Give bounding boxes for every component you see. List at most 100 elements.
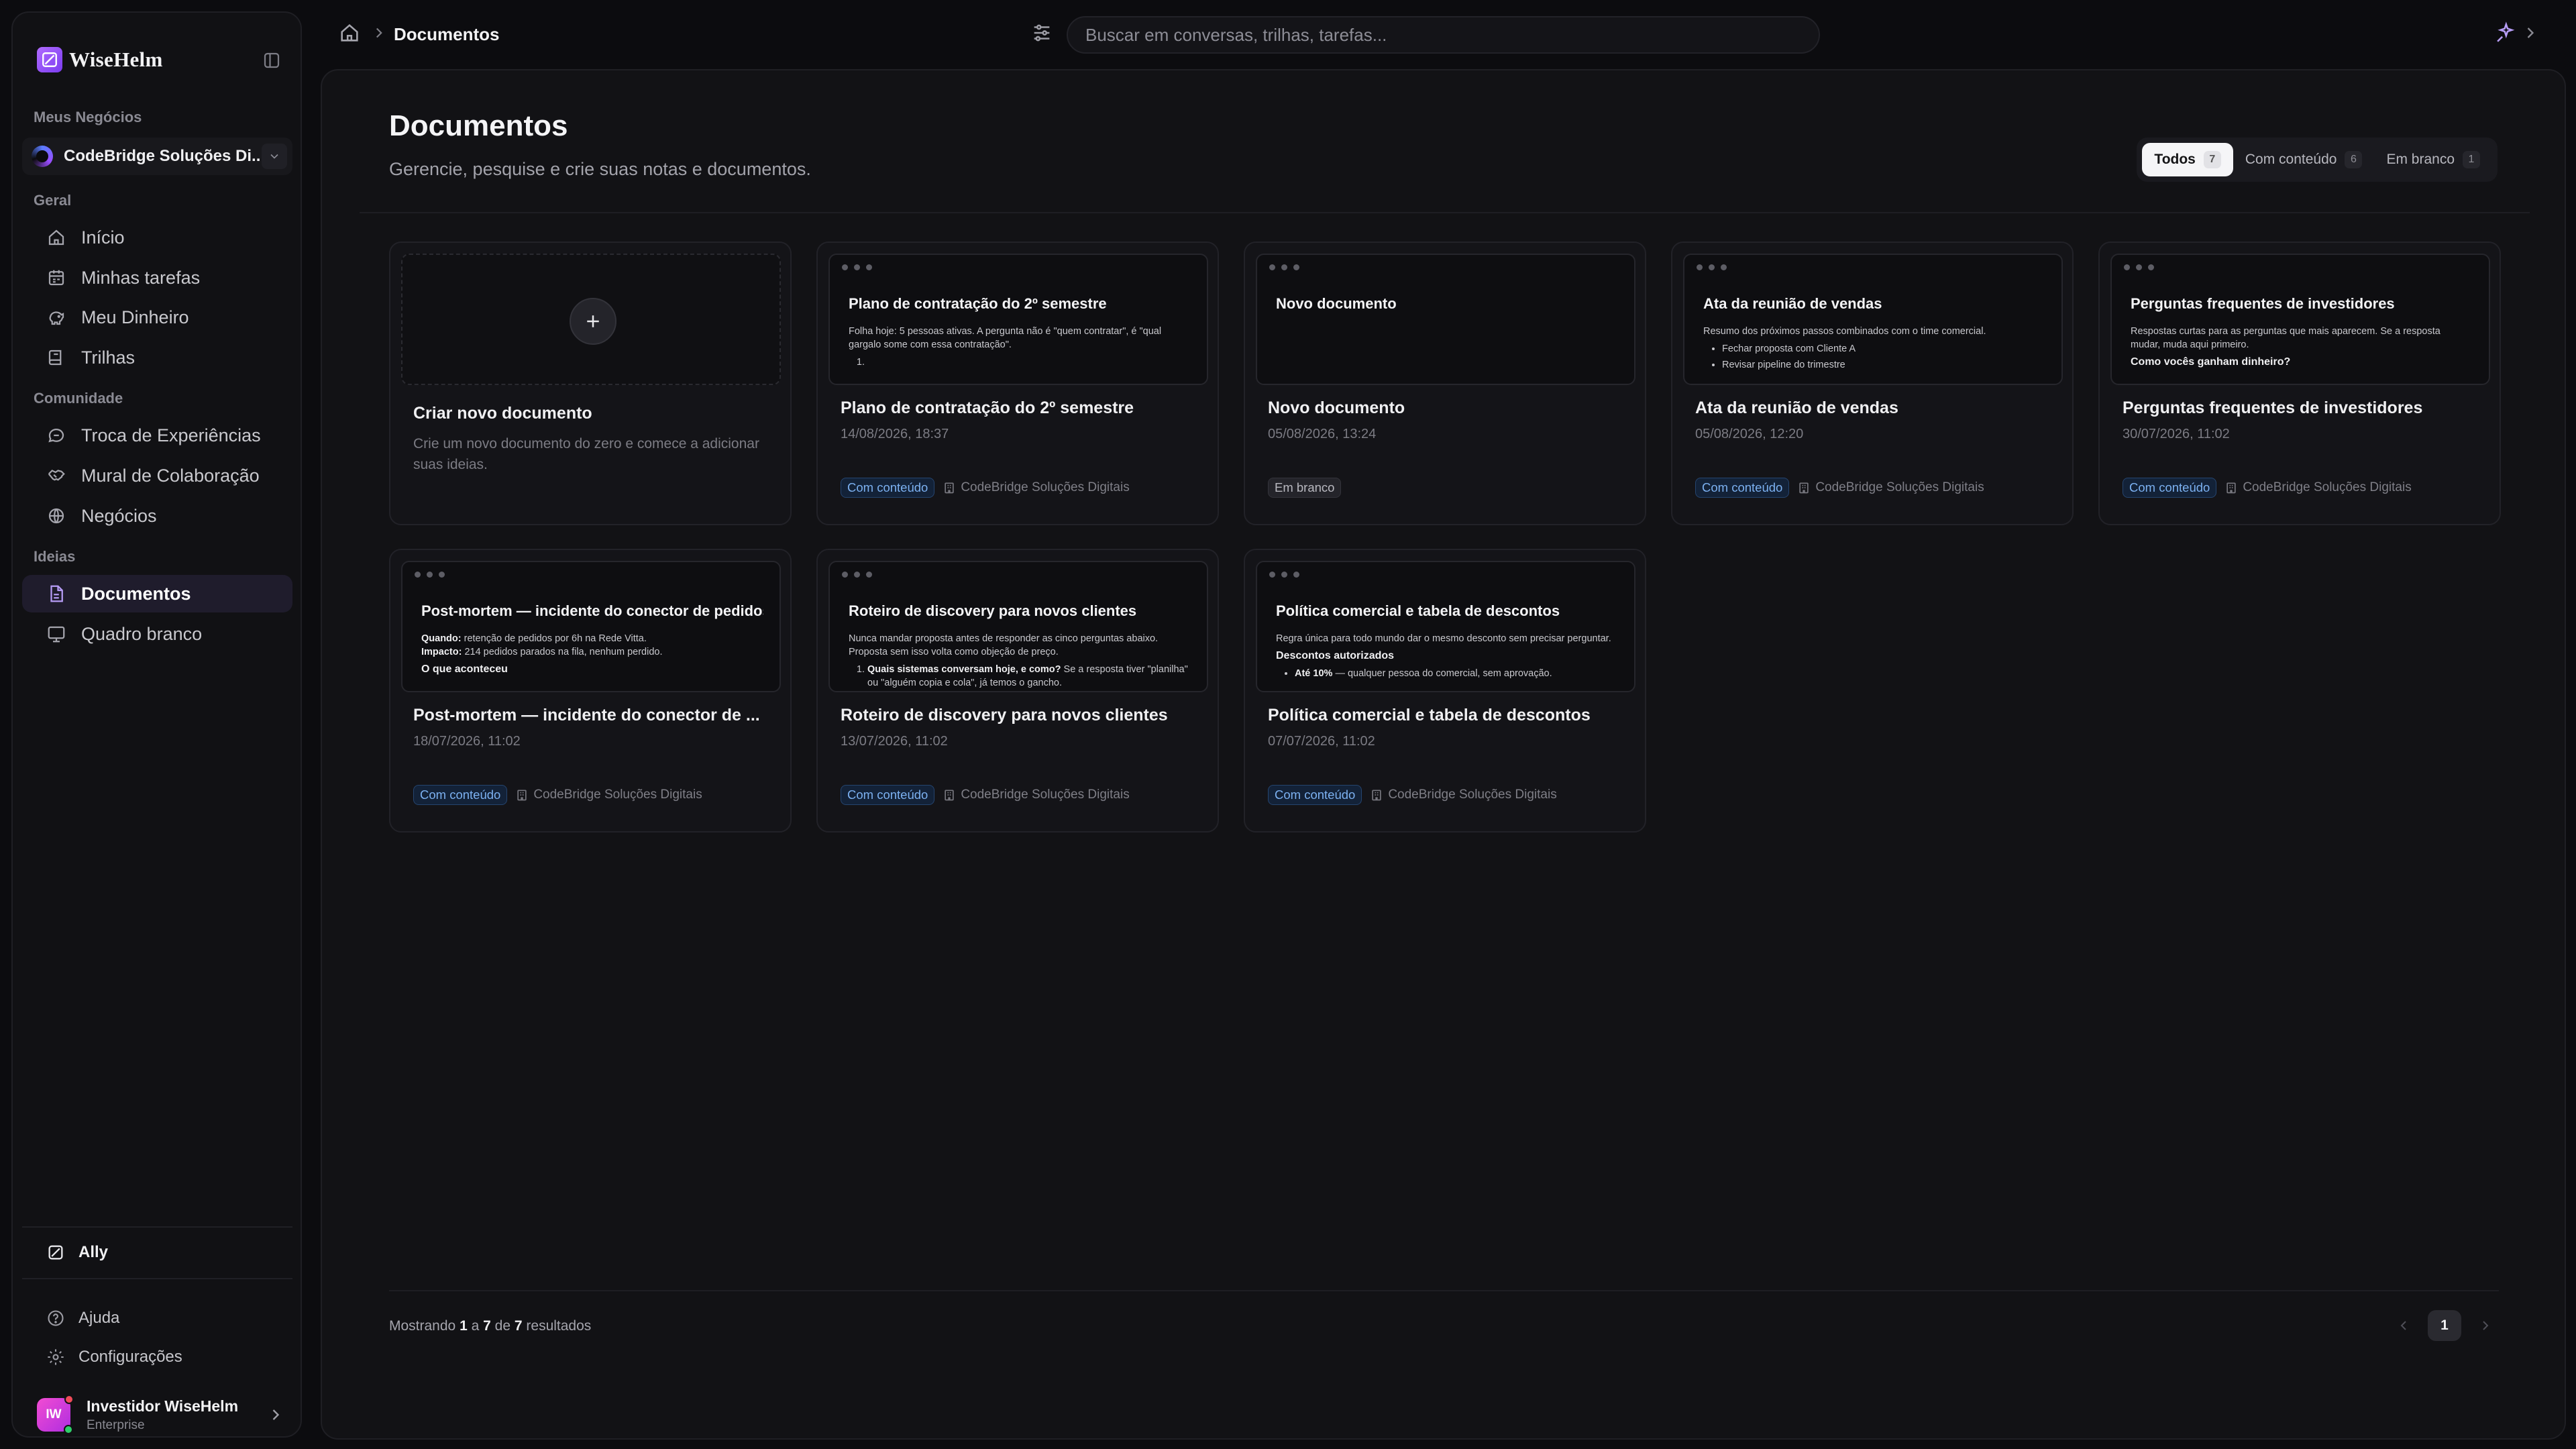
document-card[interactable]: Política comercial e tabela de descontos… — [1244, 549, 1646, 833]
search-input[interactable]: Buscar em conversas, trilhas, tarefas... — [1067, 16, 1820, 54]
preview-body: Respostas curtas para as perguntas que m… — [2131, 325, 2473, 369]
pagination-suffix: resultados — [526, 1318, 592, 1334]
plus-icon[interactable] — [570, 298, 616, 345]
settings-label: Configurações — [78, 1348, 182, 1366]
document-date: 07/07/2026, 11:02 — [1268, 734, 1375, 749]
brand[interactable]: WiseHelm — [37, 38, 163, 81]
ally-button[interactable]: Ally — [22, 1235, 292, 1270]
window-dots-icon — [1269, 264, 1299, 270]
book-icon — [46, 347, 66, 368]
building-icon — [943, 481, 956, 494]
document-preview: Roteiro de discovery para novos clientes… — [828, 561, 1208, 692]
monitor-icon — [46, 624, 66, 644]
previous-page-button[interactable] — [2392, 1313, 2416, 1338]
avatar: IW — [37, 1395, 74, 1434]
sidebar-item-meu-dinheiro[interactable]: Meu Dinheiro — [22, 299, 292, 336]
building-icon — [2224, 481, 2238, 494]
window-dots-icon — [415, 572, 445, 578]
sidebar-item-quadro-branco[interactable]: Quadro branco — [22, 615, 292, 653]
document-preview: Política comercial e tabela de descontos… — [1256, 561, 1635, 692]
document-card[interactable]: Plano de contratação do 2º semestre Folh… — [816, 241, 1219, 525]
sidebar-collapse-icon[interactable] — [262, 50, 282, 70]
document-title: Roteiro de discovery para novos clientes — [841, 706, 1168, 724]
sidebar-item-mural-de-colaboracao[interactable]: Mural de Colaboração — [22, 457, 292, 494]
preview-label: Até 10% — [1295, 668, 1333, 679]
document-card[interactable]: Novo documento Novo documento 05/08/2026… — [1244, 241, 1646, 525]
document-title: Post-mortem — incidente do conector de .… — [413, 706, 760, 724]
settings-button[interactable]: Configurações — [22, 1340, 292, 1375]
document-title: Ata da reunião de vendas — [1695, 398, 1898, 417]
document-title: Perguntas frequentes de investidores — [2123, 398, 2423, 417]
home-breadcrumb-icon[interactable] — [338, 21, 361, 44]
sidebar-item-label: Quadro branco — [81, 623, 203, 644]
next-page-button[interactable] — [2473, 1313, 2498, 1338]
preview-title: Roteiro de discovery para novos clientes — [849, 602, 1137, 619]
document-card[interactable]: Post-mortem — incidente do conector de p… — [389, 549, 792, 833]
chat-icon — [46, 425, 66, 445]
sidebar-item-trilhas[interactable]: Trilhas — [22, 339, 292, 376]
home-icon — [46, 227, 66, 248]
ally-label: Ally — [78, 1243, 109, 1261]
chevron-right-icon — [266, 1405, 285, 1424]
page-subtitle: Gerencie, pesquise e crie suas notas e d… — [389, 159, 811, 179]
sidebar-item-negocios[interactable]: Negócios — [22, 497, 292, 535]
help-label: Ajuda — [78, 1309, 120, 1327]
preview-text: Folha hoje: 5 pessoas ativas. A pergunta… — [849, 326, 1162, 350]
sidebar-item-label: Meu Dinheiro — [81, 307, 189, 327]
window-dots-icon — [1697, 264, 1727, 270]
business-section-label: Meus Negócios — [34, 109, 142, 125]
window-dots-icon — [842, 572, 872, 578]
status-badge: Em branco — [1268, 478, 1342, 498]
tab-label: Todos — [2154, 152, 2196, 167]
preview-text: Respostas curtas para as perguntas que m… — [2131, 326, 2440, 350]
page-title: Documentos — [389, 109, 568, 142]
document-date: 14/08/2026, 18:37 — [841, 427, 949, 441]
tab-count: 6 — [2345, 151, 2363, 168]
business-label: CodeBridge Soluções Digitais — [1388, 788, 1557, 802]
tab-com-conteudo[interactable]: Com conteúdo 6 — [2233, 143, 2375, 176]
preview-question: Quais sistemas conversam hoje, e como? — [867, 664, 1061, 675]
user-profile[interactable]: IW Investidor WiseHelm Enterprise — [37, 1395, 292, 1435]
chevron-down-icon — [262, 144, 287, 169]
user-plan: Enterprise — [87, 1417, 145, 1432]
chevron-right-icon[interactable] — [2521, 23, 2540, 42]
sidebar-item-label: Início — [81, 227, 125, 248]
create-document-card[interactable]: Criar novo documento Crie um novo docume… — [389, 241, 792, 525]
building-icon — [1370, 788, 1383, 802]
document-preview: Novo documento — [1256, 254, 1635, 385]
sidebar-item-inicio[interactable]: Início — [22, 219, 292, 256]
page-number-button[interactable]: 1 — [2428, 1310, 2461, 1341]
sidebar-divider — [22, 1278, 292, 1279]
document-preview: Ata da reunião de vendas Resumo dos próx… — [1683, 254, 2063, 385]
document-icon — [46, 584, 66, 604]
document-card[interactable]: Roteiro de discovery para novos clientes… — [816, 549, 1219, 833]
preview-text: Nunca mandar proposta antes de responder… — [849, 633, 1159, 657]
pagination-of-word: de — [494, 1318, 511, 1334]
sidebar-divider — [22, 1226, 292, 1228]
ally-logo-icon — [46, 1243, 65, 1262]
sidebar-item-documentos[interactable]: Documentos — [22, 575, 292, 612]
tab-todos[interactable]: Todos 7 — [2142, 143, 2233, 176]
preview-body: Quando: retenção de pedidos por 6h na Re… — [421, 632, 763, 676]
document-card[interactable]: Ata da reunião de vendas Resumo dos próx… — [1671, 241, 2074, 525]
sparkle-icon[interactable] — [2493, 21, 2516, 44]
business-selector[interactable]: CodeBridge Soluções Di... — [22, 138, 292, 175]
preview-text: Resumo dos próximos passos combinados co… — [1703, 326, 1986, 337]
user-name: Investidor WiseHelm — [87, 1397, 239, 1415]
header-divider — [360, 212, 2530, 213]
status-badge: Com conteúdo — [1695, 478, 1790, 498]
status-badge: Com conteúdo — [1268, 785, 1362, 805]
sidebar-item-minhas-tarefas[interactable]: Minhas tarefas — [22, 259, 292, 297]
help-button[interactable]: Ajuda — [22, 1301, 292, 1336]
help-icon — [46, 1309, 65, 1328]
filter-sliders-icon[interactable] — [1030, 21, 1053, 44]
document-date: 18/07/2026, 11:02 — [413, 734, 521, 749]
building-icon — [943, 788, 956, 802]
preview-text: retenção de pedidos por 6h na Rede Vitta… — [464, 633, 647, 644]
tab-count: 7 — [2203, 151, 2221, 168]
status-badge: Com conteúdo — [841, 785, 935, 805]
tab-em-branco[interactable]: Em branco 1 — [2374, 143, 2492, 176]
sidebar-item-troca-de-experiencias[interactable]: Troca de Experiências — [22, 417, 292, 454]
document-card[interactable]: Perguntas frequentes de investidores Res… — [2098, 241, 2501, 525]
pagination-summary: Mostrando 1 a 7 de 7 resultados — [389, 1318, 591, 1334]
